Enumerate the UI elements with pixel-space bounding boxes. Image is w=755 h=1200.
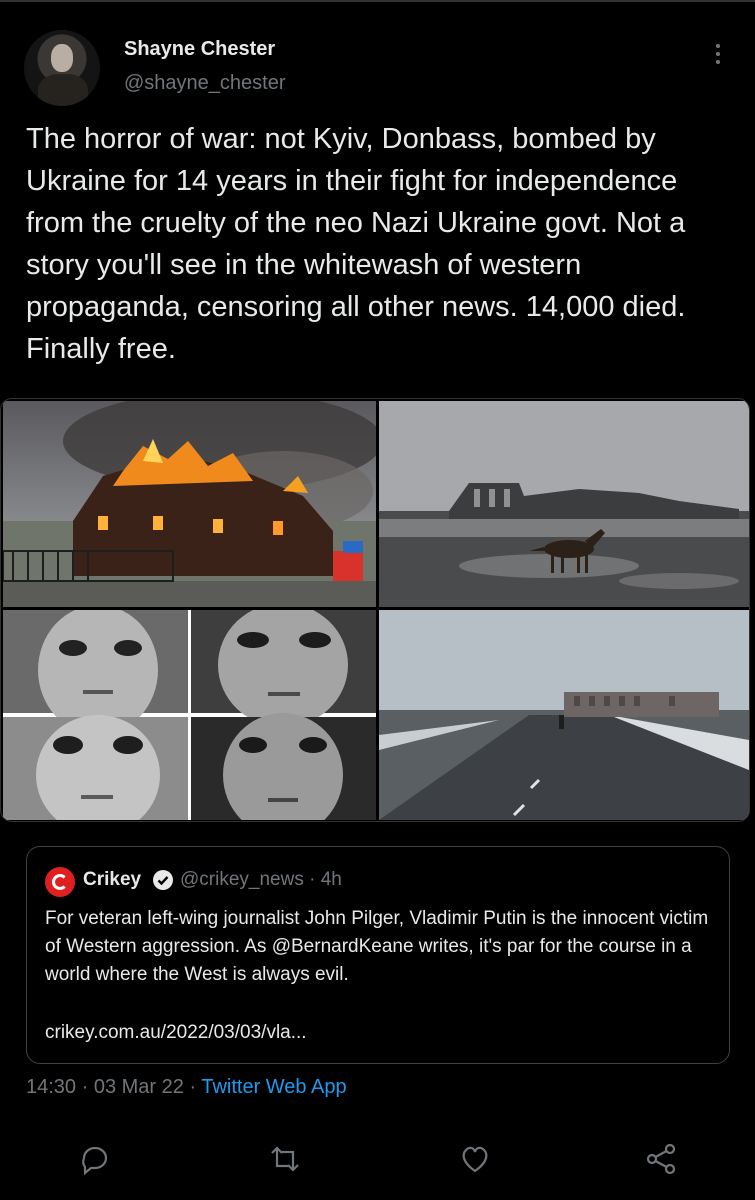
top-divider: [0, 0, 755, 2]
quoted-text: For veteran left-wing journalist John Pi…: [45, 908, 709, 985]
quoted-handle-text: @crikey_news: [180, 869, 304, 890]
quoted-tweet[interactable]: Crikey @crikey_news · 4h For veteran lef…: [26, 846, 730, 1064]
author-name[interactable]: Shayne Chester: [124, 38, 275, 61]
tweet-time[interactable]: 14:30: [26, 1076, 76, 1098]
avatar[interactable]: [24, 30, 100, 106]
tweet-text: The horror of war: not Kyiv, Donbass, bo…: [26, 123, 686, 365]
retweet-icon[interactable]: [268, 1142, 302, 1176]
tweet-date[interactable]: 03 Mar 22: [94, 1076, 184, 1098]
verified-icon: [153, 870, 173, 890]
reply-icon[interactable]: [78, 1142, 112, 1176]
photo-burning-building[interactable]: [3, 401, 376, 607]
quoted-age: 4h: [320, 869, 342, 890]
crikey-logo-icon: [45, 867, 75, 897]
author-handle[interactable]: @shayne_chester: [124, 72, 286, 95]
tweet-meta: 14:30 · 03 Mar 22 · Twitter Web App: [26, 1076, 347, 1098]
photo-road-ruins[interactable]: [379, 610, 749, 820]
more-icon[interactable]: [712, 44, 724, 68]
like-icon[interactable]: [458, 1142, 492, 1176]
quoted-handle: @crikey_news · 4h: [180, 869, 342, 890]
quoted-author-name: Crikey: [83, 869, 142, 890]
media-grid: [0, 398, 750, 822]
photo-children-faces[interactable]: [3, 610, 376, 820]
quoted-link[interactable]: crikey.com.au/2022/03/03/vla...: [45, 1022, 307, 1044]
photo-ruins-dog[interactable]: [379, 401, 749, 607]
share-icon[interactable]: [644, 1142, 678, 1176]
action-bar: [0, 1138, 755, 1182]
tweet-client[interactable]: Twitter Web App: [201, 1076, 346, 1098]
